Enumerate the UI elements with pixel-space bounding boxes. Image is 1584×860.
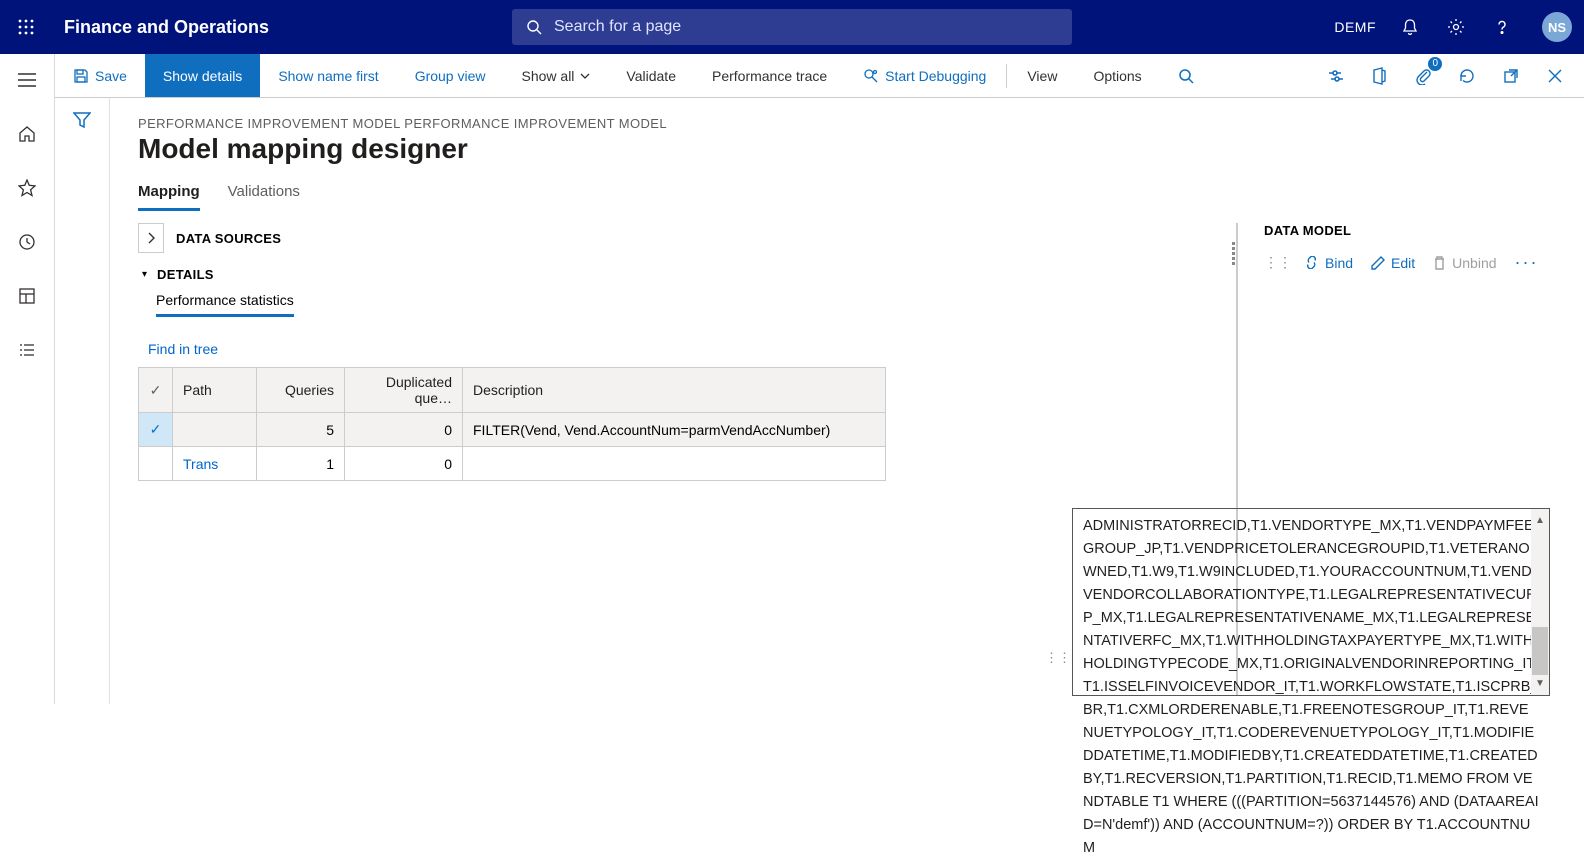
find-in-tree-link[interactable]: Find in tree [148, 341, 218, 357]
modules-icon[interactable] [13, 336, 41, 364]
chevron-down-icon[interactable]: ▾ [142, 269, 147, 280]
show-details-button[interactable]: Show details [145, 54, 260, 97]
sql-text: ADMINISTRATORRECID,T1.VENDORTYPE_MX,T1.V… [1083, 518, 1539, 856]
row-checkbox[interactable] [139, 447, 173, 481]
pencil-icon [1371, 256, 1385, 270]
left-rail [0, 54, 55, 704]
find-button[interactable] [1160, 54, 1212, 97]
cell-queries: 1 [257, 447, 345, 481]
page-title: Model mapping designer [138, 133, 1556, 165]
search-icon [1178, 68, 1194, 84]
avatar[interactable]: NS [1542, 12, 1572, 42]
save-label: Save [95, 68, 127, 84]
more-actions-button[interactable]: ··· [1515, 252, 1539, 273]
cell-desc [463, 447, 886, 481]
performance-trace-button[interactable]: Performance trace [694, 54, 845, 97]
scroll-down-icon[interactable]: ▼ [1535, 672, 1545, 695]
bind-button[interactable]: Bind [1304, 255, 1353, 271]
scroll-up-icon[interactable]: ▲ [1535, 509, 1545, 532]
expand-datasources-button[interactable] [138, 223, 164, 253]
cell-dup: 0 [345, 447, 463, 481]
attachments-badge: 0 [1428, 57, 1442, 71]
path-link[interactable]: Trans [183, 456, 218, 472]
start-debugging-button[interactable]: Start Debugging [845, 54, 1004, 97]
performance-statistics-table: ✓ Path Queries Duplicated que… Descripti… [138, 367, 886, 481]
horizontal-splitter[interactable]: ⋮⋮ [1045, 650, 1071, 666]
subtab-performance-statistics[interactable]: Performance statistics [156, 292, 294, 317]
data-model-title: DATA MODEL [1264, 223, 1556, 238]
company-code[interactable]: DEMF [1334, 19, 1376, 35]
tab-mapping[interactable]: Mapping [138, 183, 200, 211]
trash-icon [1433, 256, 1446, 270]
chevron-down-icon [580, 73, 590, 79]
table-row[interactable]: Trans 1 0 [139, 447, 886, 481]
cell-path: Trans [173, 447, 257, 481]
link-icon [1304, 256, 1319, 269]
view-button[interactable]: View [1009, 54, 1075, 97]
validate-button[interactable]: Validate [608, 54, 694, 97]
col-duplicated-queries[interactable]: Duplicated que… [345, 368, 463, 413]
attachments-button[interactable]: 0 [1406, 59, 1440, 93]
popout-icon[interactable] [1494, 59, 1528, 93]
bell-icon[interactable] [1398, 15, 1422, 39]
cell-path [173, 413, 257, 447]
data-sources-title: DATA SOURCES [176, 231, 281, 246]
help-icon[interactable] [1490, 15, 1514, 39]
col-path[interactable]: Path [173, 368, 257, 413]
gear-icon[interactable] [1444, 15, 1468, 39]
action-bar: Save Show details Show name first Group … [55, 54, 1584, 98]
edit-button[interactable]: Edit [1371, 255, 1415, 271]
star-icon[interactable] [13, 174, 41, 202]
group-view-button[interactable]: Group view [397, 54, 504, 97]
select-all-checkbox[interactable]: ✓ [139, 368, 173, 413]
options-button[interactable]: Options [1075, 54, 1159, 97]
refresh-icon[interactable] [1450, 59, 1484, 93]
scroll-thumb[interactable] [1532, 627, 1548, 675]
filter-icon[interactable] [73, 112, 91, 704]
table-row[interactable]: ✓ 5 0 FILTER(Vend, Vend.AccountNum=parmV… [139, 413, 886, 447]
paperclip-icon [1415, 67, 1431, 85]
cell-dup: 0 [345, 413, 463, 447]
home-icon[interactable] [13, 120, 41, 148]
recent-icon[interactable] [13, 228, 41, 256]
cell-queries: 5 [257, 413, 345, 447]
workspaces-icon[interactable] [13, 282, 41, 310]
sql-query-panel[interactable]: ADMINISTRATORRECID,T1.VENDORTYPE_MX,T1.V… [1072, 508, 1550, 696]
details-title: DETAILS [157, 267, 214, 282]
office-icon[interactable] [1362, 59, 1396, 93]
search-icon [526, 19, 542, 35]
splitter-handle[interactable] [1232, 223, 1235, 283]
tab-validations[interactable]: Validations [228, 183, 300, 211]
waffle-icon[interactable] [12, 13, 40, 41]
save-icon [73, 68, 89, 84]
show-name-first-button[interactable]: Show name first [260, 54, 396, 97]
connect-icon[interactable] [1318, 59, 1352, 93]
save-button[interactable]: Save [55, 54, 145, 97]
breadcrumb: PERFORMANCE IMPROVEMENT MODEL PERFORMANC… [138, 116, 1556, 131]
chevron-right-icon [147, 232, 155, 244]
hamburger-icon[interactable] [13, 66, 41, 94]
col-description[interactable]: Description [463, 368, 886, 413]
app-title: Finance and Operations [64, 17, 269, 38]
debug-icon [863, 68, 879, 84]
cell-desc: FILTER(Vend, Vend.AccountNum=parmVendAcc… [463, 413, 886, 447]
close-icon[interactable] [1538, 59, 1572, 93]
search-placeholder: Search for a page [554, 18, 681, 36]
row-selected-icon[interactable]: ✓ [139, 413, 173, 447]
splitter-handle-small[interactable]: ⋮⋮ [1264, 254, 1292, 271]
col-queries[interactable]: Queries [257, 368, 345, 413]
show-all-button[interactable]: Show all [504, 54, 609, 97]
unbind-button: Unbind [1433, 255, 1496, 271]
search-input[interactable]: Search for a page [512, 9, 1072, 45]
